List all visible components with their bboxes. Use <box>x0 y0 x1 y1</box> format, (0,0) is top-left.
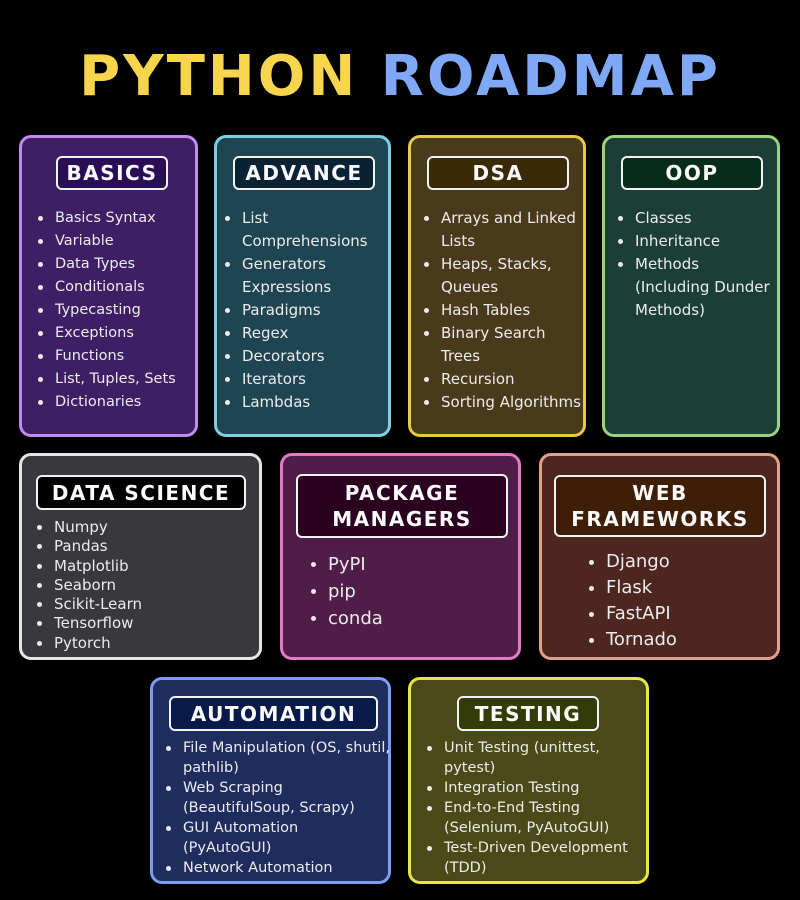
card-data-science: DATA SCIENCE Numpy Pandas Matplotlib Seabor… <box>19 453 262 660</box>
list-item: Django <box>586 549 766 575</box>
card-header-oop: OOP <box>621 156 763 190</box>
list-item: Tornado <box>586 627 766 653</box>
list-item: Regex <box>222 322 388 345</box>
card-header-testing: TESTING <box>457 696 599 731</box>
list-item: Flask <box>586 575 766 601</box>
list-item: Lambdas <box>222 391 388 414</box>
list-item: File Manipulation (OS, shutil, pathlib) <box>163 738 391 778</box>
list-item: Data Types <box>35 253 197 276</box>
list-item: Pandas <box>34 537 254 556</box>
item-list-oop: Classes Inheritance Methods (Including Dun… <box>615 207 775 322</box>
list-item: conda <box>308 605 508 632</box>
title-python: PYTHON <box>79 44 359 109</box>
list-item: Typecasting <box>35 299 197 322</box>
card-dsa: DSA Arrays and Linked Lists Heaps, Stacks… <box>408 135 586 437</box>
list-item: Pytorch <box>34 634 254 653</box>
item-list-package-managers: PyPI pip conda <box>308 551 508 632</box>
list-item: Classes <box>615 207 775 230</box>
list-item: Tensorflow <box>34 614 254 633</box>
card-oop: OOP Classes Inheritance Methods (Including… <box>602 135 780 437</box>
card-header-web-frameworks: WEB FRAMEWORKS <box>554 475 766 537</box>
item-list-automation: File Manipulation (OS, shutil, pathlib) W… <box>163 738 391 878</box>
title-roadmap: ROADMAP <box>380 44 721 109</box>
list-item: List, Tuples, Sets <box>35 368 197 391</box>
card-header-package-managers: PACKAGE MANAGERS <box>296 474 508 538</box>
list-item: pip <box>308 578 508 605</box>
list-item: Inheritance <box>615 230 775 253</box>
list-item: Generators Expressions <box>222 253 388 299</box>
list-item: FastAPI <box>586 601 766 627</box>
list-item: List Comprehensions <box>222 207 388 253</box>
list-item: Sorting Algorithms <box>421 391 581 414</box>
item-list-testing: Unit Testing (unittest, pytest) Integrati… <box>424 738 648 878</box>
list-item: Methods (Including Dunder Methods) <box>615 253 775 322</box>
list-item: Seaborn <box>34 576 254 595</box>
list-item: Scikit-Learn <box>34 595 254 614</box>
list-item: GUI Automation (PyAutoGUI) <box>163 818 391 858</box>
card-header-dsa: DSA <box>427 156 569 190</box>
card-testing: TESTING Unit Testing (unittest, pytest) I… <box>408 677 649 884</box>
card-header-data-science: DATA SCIENCE <box>36 475 246 510</box>
item-list-basics: Basics Syntax Variable Data Types Condition… <box>35 207 197 414</box>
card-header-basics: BASICS <box>56 156 168 190</box>
item-list-web-frameworks: Django Flask FastAPI Tornado <box>586 549 766 653</box>
card-basics: BASICS Basics Syntax Variable Data Types Co… <box>19 135 198 437</box>
list-item: Basics Syntax <box>35 207 197 230</box>
card-automation: AUTOMATION File Manipulation (OS, shutil… <box>150 677 391 884</box>
list-item: Hash Tables <box>421 299 581 322</box>
list-item: End-to-End Testing (Selenium, PyAutoGUI) <box>424 798 648 838</box>
list-item: Integration Testing <box>424 778 648 798</box>
list-item: Heaps, Stacks, Queues <box>421 253 581 299</box>
list-item: Network Automation <box>163 858 391 878</box>
list-item: Decorators <box>222 345 388 368</box>
list-item: Arrays and Linked Lists <box>421 207 581 253</box>
item-list-dsa: Arrays and Linked Lists Heaps, Stacks, Qu… <box>421 207 581 414</box>
list-item: Exceptions <box>35 322 197 345</box>
card-header-automation: AUTOMATION <box>169 696 378 731</box>
list-item: Paradigms <box>222 299 388 322</box>
list-item: Test-Driven Development (TDD) <box>424 838 648 878</box>
list-item: Binary Search Trees <box>421 322 581 368</box>
list-item: Conditionals <box>35 276 197 299</box>
list-item: Iterators <box>222 368 388 391</box>
page-title: PYTHON ROADMAP <box>0 42 800 112</box>
list-item: PyPI <box>308 551 508 578</box>
item-list-data-science: Numpy Pandas Matplotlib Seaborn Scikit-Learn… <box>34 518 254 653</box>
card-web-frameworks: WEB FRAMEWORKS Django Flask FastAPI Tornado <box>539 453 780 660</box>
list-item: Dictionaries <box>35 391 197 414</box>
card-package-managers: PACKAGE MANAGERS PyPI pip conda <box>280 453 521 660</box>
card-header-advance: ADVANCE <box>233 156 375 190</box>
list-item: Web Scraping (BeautifulSoup, Scrapy) <box>163 778 391 818</box>
list-item: Recursion <box>421 368 581 391</box>
list-item: Matplotlib <box>34 557 254 576</box>
list-item: Functions <box>35 345 197 368</box>
list-item: Unit Testing (unittest, pytest) <box>424 738 648 778</box>
list-item: Variable <box>35 230 197 253</box>
item-list-advance: List Comprehensions Generators Expression… <box>222 207 388 414</box>
list-item: Numpy <box>34 518 254 537</box>
card-advance: ADVANCE List Comprehensions Generators Ex… <box>214 135 391 437</box>
